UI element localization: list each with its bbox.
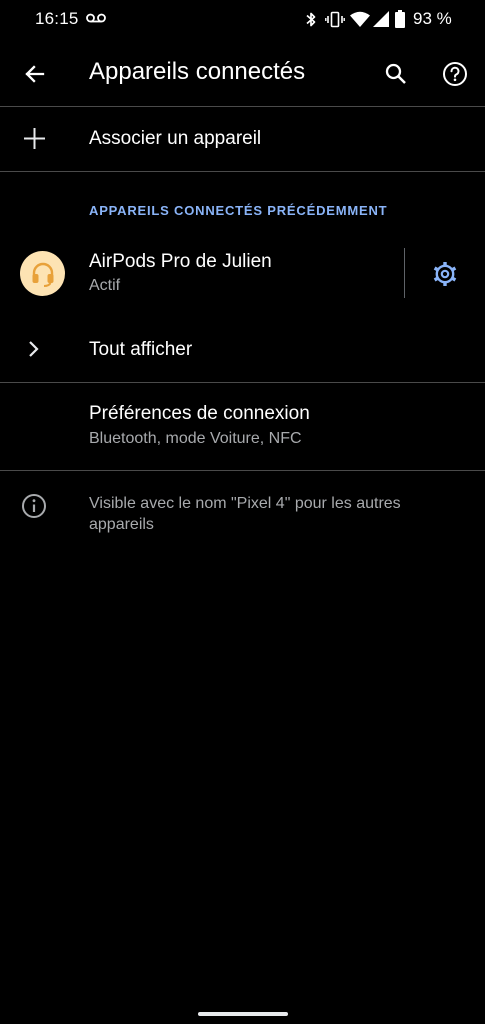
device-status: Actif bbox=[89, 277, 121, 294]
back-button[interactable] bbox=[17, 56, 53, 92]
page-title: Appareils connectés bbox=[89, 58, 306, 85]
status-time: 16:15 bbox=[35, 9, 79, 28]
vertical-separator bbox=[404, 248, 405, 298]
chevron-right-icon bbox=[29, 341, 39, 357]
connection-preferences-row[interactable]: Préférences de connexion Bluetooth, mode… bbox=[0, 383, 485, 470]
pair-new-device-label: Associer un appareil bbox=[89, 128, 262, 149]
device-settings-button[interactable] bbox=[426, 255, 464, 293]
connection-preferences-title: Préférences de connexion bbox=[89, 403, 310, 424]
section-header: APPAREILS CONNECTÉS PRÉCÉDEMMENT bbox=[89, 203, 388, 218]
device-avatar bbox=[20, 251, 65, 296]
gear-icon bbox=[433, 262, 457, 286]
help-button[interactable] bbox=[437, 56, 473, 92]
show-all-row[interactable]: Tout afficher bbox=[0, 318, 485, 382]
back-arrow-icon bbox=[25, 65, 45, 83]
search-button[interactable] bbox=[378, 56, 414, 92]
bluetooth-icon bbox=[306, 12, 316, 27]
battery-percent: 93 % bbox=[413, 9, 452, 28]
divider bbox=[0, 470, 485, 471]
battery-icon bbox=[395, 10, 405, 28]
visibility-info-text: Visible avec le nom "Pixel 4" pour les a… bbox=[89, 495, 401, 533]
divider bbox=[0, 171, 485, 172]
plus-icon bbox=[24, 128, 45, 149]
connection-preferences-subtitle: Bluetooth, mode Voiture, NFC bbox=[89, 430, 302, 447]
help-icon bbox=[443, 62, 467, 86]
status-bar: 16:15 93 % bbox=[0, 0, 485, 38]
navigation-handle[interactable] bbox=[198, 1012, 288, 1016]
wifi-icon bbox=[350, 11, 370, 27]
app-bar: Appareils connectés bbox=[0, 40, 485, 106]
vibrate-icon bbox=[325, 11, 345, 28]
signal-icon bbox=[373, 11, 389, 27]
search-icon bbox=[385, 63, 406, 84]
headset-icon bbox=[32, 262, 53, 287]
pair-new-device-row[interactable]: Associer un appareil bbox=[0, 107, 485, 171]
show-all-label: Tout afficher bbox=[89, 339, 193, 360]
info-icon bbox=[22, 494, 46, 518]
device-name: AirPods Pro de Julien bbox=[89, 251, 272, 272]
voicemail-icon bbox=[86, 13, 106, 23]
